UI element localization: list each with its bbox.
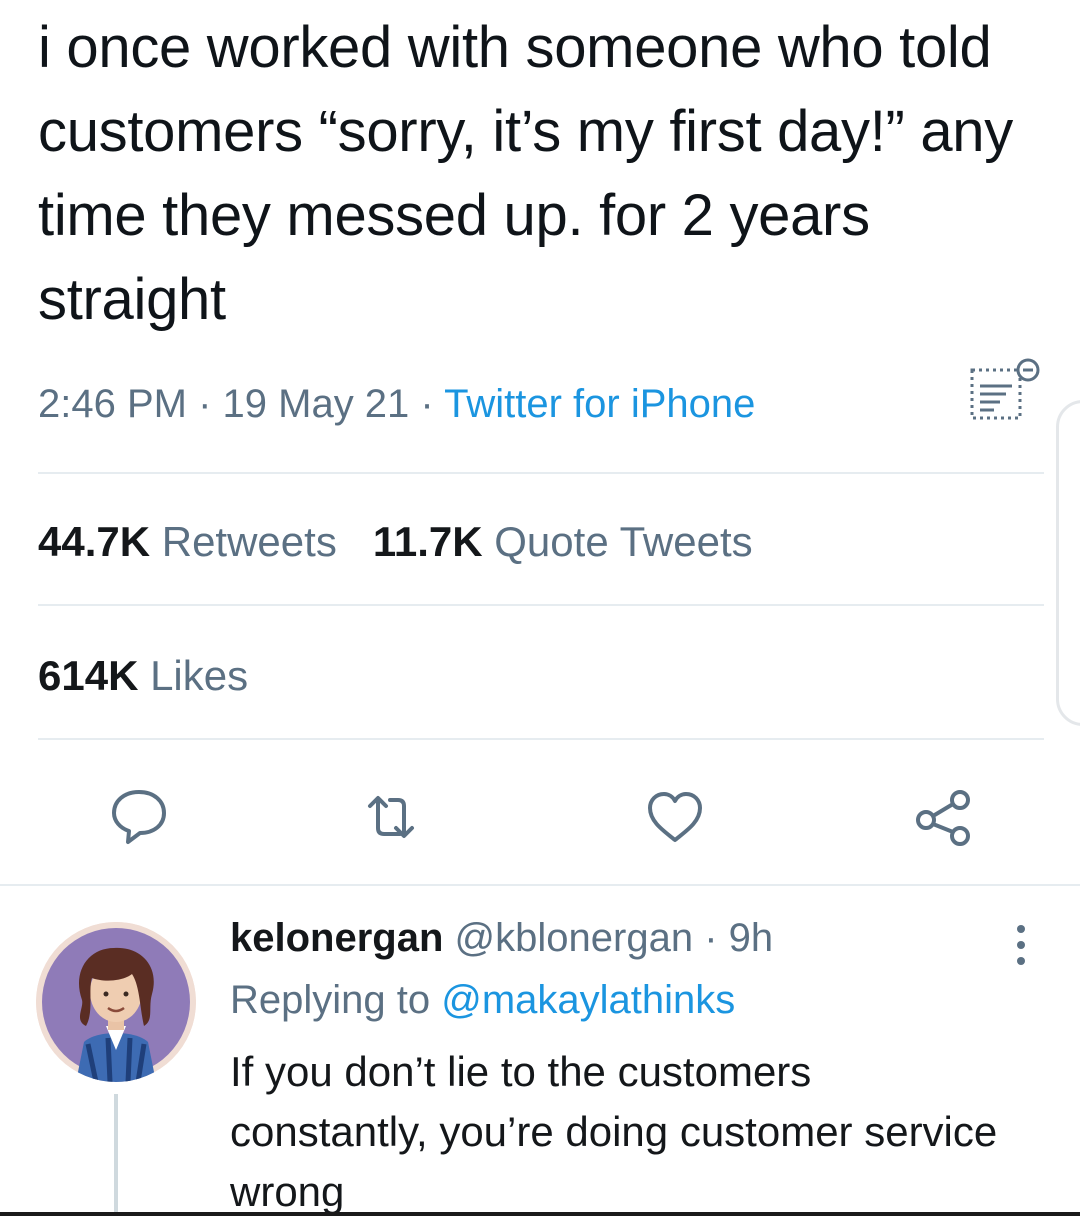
replying-to-label: Replying to: [230, 978, 442, 1022]
reply-header: kelonergan @kblonergan · 9h: [230, 916, 773, 961]
reply-author-handle[interactable]: @kblonergan: [455, 916, 694, 960]
reply-author-name[interactable]: kelonergan: [230, 916, 443, 960]
replying-to: Replying to @makaylathinks: [230, 978, 735, 1023]
reply-time-separator: ·: [693, 916, 729, 960]
divider: [38, 738, 1044, 740]
bottom-border: [0, 1212, 1080, 1216]
likes-label: Likes: [138, 652, 249, 699]
share-icon[interactable]: [908, 782, 978, 852]
replying-to-mention[interactable]: @makaylathinks: [441, 978, 735, 1022]
quote-tweets-link[interactable]: 11.7K Quote Tweets: [373, 518, 753, 565]
retweets-label: Retweets: [150, 518, 337, 565]
tweet-metadata: 2:46 PM · 19 May 21 · Twitter for iPhone: [38, 382, 755, 427]
divider: [38, 472, 1044, 474]
meta-separator: ·: [186, 382, 223, 426]
retweet-stats: 44.7K Retweets 11.7K Quote Tweets: [38, 518, 753, 566]
retweets-count: 44.7K: [38, 518, 151, 565]
avatar[interactable]: [36, 922, 196, 1082]
reply-time: 9h: [728, 916, 774, 960]
reply-text: If you don’t lie to the customers consta…: [230, 1048, 998, 1215]
thread-line: [114, 1094, 118, 1216]
retweet-icon[interactable]: [356, 782, 426, 852]
retweets-link[interactable]: 44.7K Retweets: [38, 518, 337, 565]
more-options-icon[interactable]: [1006, 920, 1036, 970]
quote-tweets-label: Quote Tweets: [482, 518, 753, 565]
tweet-source-link[interactable]: Twitter for iPhone: [444, 382, 755, 426]
reply-icon[interactable]: [104, 782, 174, 852]
tweet-text: i once worked with someone who told cust…: [38, 15, 1013, 332]
likes-count: 614K: [38, 652, 139, 699]
side-panel-handle[interactable]: [1056, 400, 1080, 726]
divider: [38, 604, 1044, 606]
like-icon[interactable]: [640, 782, 710, 852]
avatar-illustration: [36, 922, 196, 1082]
meta-separator: ·: [409, 382, 445, 426]
tweet-time: 2:46 PM: [38, 382, 187, 426]
section-divider: [0, 884, 1080, 886]
analytics-icon[interactable]: [966, 356, 1046, 426]
tweet-date: 19 May 21: [222, 382, 410, 426]
likes-stats[interactable]: 614K Likes: [38, 652, 248, 700]
quote-tweets-count: 11.7K: [372, 518, 483, 565]
